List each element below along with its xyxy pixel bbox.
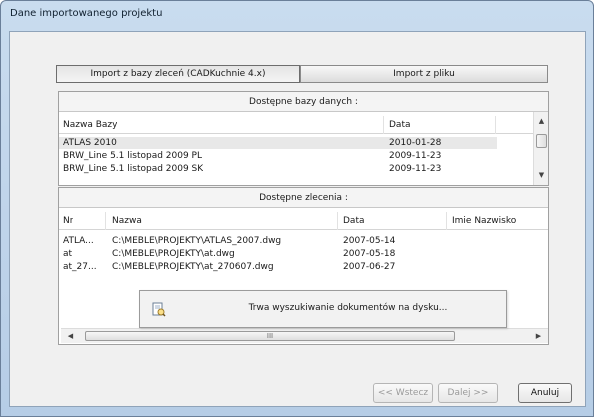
document-search-icon [152, 302, 166, 317]
search-progress-popup: Trwa wyszukiwanie dokumentów na dysku... [139, 290, 507, 328]
database-name: BRW_Line 5.1 listopad 2009 PL [63, 151, 202, 161]
orders-header: Nr Nazwa Data Imie Nazwisko [59, 212, 548, 230]
order-name: C:\MEBLE\PROJEKTY\at.dwg [112, 249, 235, 259]
column-header-person[interactable]: Imie Nazwisko [452, 212, 516, 230]
progress-message: Trwa wyszukiwanie dokumentów na dysku... [248, 303, 448, 313]
scroll-down-icon[interactable]: ▼ [534, 168, 548, 183]
dialog-client-area: Import z bazy zleceń (CADKuchnie 4.x) Im… [9, 31, 586, 407]
scroll-up-icon[interactable]: ▲ [534, 114, 548, 129]
order-nr: ATLA... [63, 236, 94, 246]
column-separator[interactable] [383, 116, 384, 134]
column-header-db-name[interactable]: Nazwa Bazy [63, 116, 117, 134]
databases-caption: Dostępne bazy danych : [59, 92, 548, 112]
tab-import-from-database[interactable]: Import z bazy zleceń (CADKuchnie 4.x) [56, 65, 300, 83]
scroll-left-icon[interactable]: ◀ [63, 329, 78, 343]
database-row[interactable]: BRW_Line 5.1 listopad 2009 SK 2009-11-23 [59, 163, 497, 175]
scrollbar-thumb[interactable] [536, 134, 547, 148]
order-date: 2007-05-18 [343, 249, 396, 259]
database-date: 2009-11-23 [389, 151, 442, 161]
column-header-nr[interactable]: Nr [63, 212, 73, 230]
cancel-button[interactable]: Anuluj [518, 383, 572, 403]
window-title: Dane importowanego projektu [10, 8, 163, 19]
database-date: 2009-11-23 [389, 164, 442, 174]
back-button[interactable]: << Wstecz [373, 383, 433, 403]
databases-vertical-scrollbar[interactable]: ▲ ▼ [533, 112, 548, 185]
databases-header: Nazwa Bazy Data [59, 116, 533, 134]
database-row[interactable]: ATLAS 2010 2010-01-28 [59, 137, 497, 149]
order-row[interactable]: at C:\MEBLE\PROJEKTY\at.dwg 2007-05-18 [59, 248, 548, 260]
order-name: C:\MEBLE\PROJEKTY\at_270607.dwg [112, 262, 274, 272]
column-header-date[interactable]: Data [343, 212, 365, 230]
column-separator[interactable] [105, 212, 106, 230]
database-name: BRW_Line 5.1 listopad 2009 SK [63, 164, 204, 174]
scroll-right-icon[interactable]: ▶ [531, 329, 546, 343]
order-date: 2007-05-14 [343, 236, 396, 246]
orders-horizontal-scrollbar[interactable]: ◀ III ▶ [61, 328, 548, 343]
tab-import-from-file[interactable]: Import z pliku [300, 65, 548, 83]
column-separator[interactable] [337, 212, 338, 230]
order-nr: at [63, 249, 73, 259]
order-date: 2007-06-27 [343, 262, 396, 272]
column-separator[interactable] [446, 212, 447, 230]
next-button[interactable]: Dalej >> [438, 383, 498, 403]
column-header-db-date[interactable]: Data [389, 116, 411, 134]
dialog-window: Dane importowanego projektu Import z baz… [0, 0, 594, 417]
databases-panel: Dostępne bazy danych : Nazwa Bazy Data A… [58, 91, 549, 186]
database-row[interactable]: BRW_Line 5.1 listopad 2009 PL 2009-11-23 [59, 150, 497, 162]
order-name: C:\MEBLE\PROJEKTY\ATLAS_2007.dwg [112, 236, 282, 246]
database-date: 2010-01-28 [389, 138, 442, 148]
scrollbar-thumb[interactable]: III [85, 331, 455, 341]
database-name: ATLAS 2010 [63, 138, 117, 148]
order-row[interactable]: at_27... C:\MEBLE\PROJEKTY\at_270607.dwg… [59, 261, 548, 273]
column-separator[interactable] [495, 116, 496, 134]
order-row[interactable]: ATLA... C:\MEBLE\PROJEKTY\ATLAS_2007.dwg… [59, 235, 548, 247]
orders-caption: Dostępne zlecenia : [59, 188, 548, 208]
order-nr: at_27... [63, 262, 97, 272]
column-header-name[interactable]: Nazwa [112, 212, 142, 230]
